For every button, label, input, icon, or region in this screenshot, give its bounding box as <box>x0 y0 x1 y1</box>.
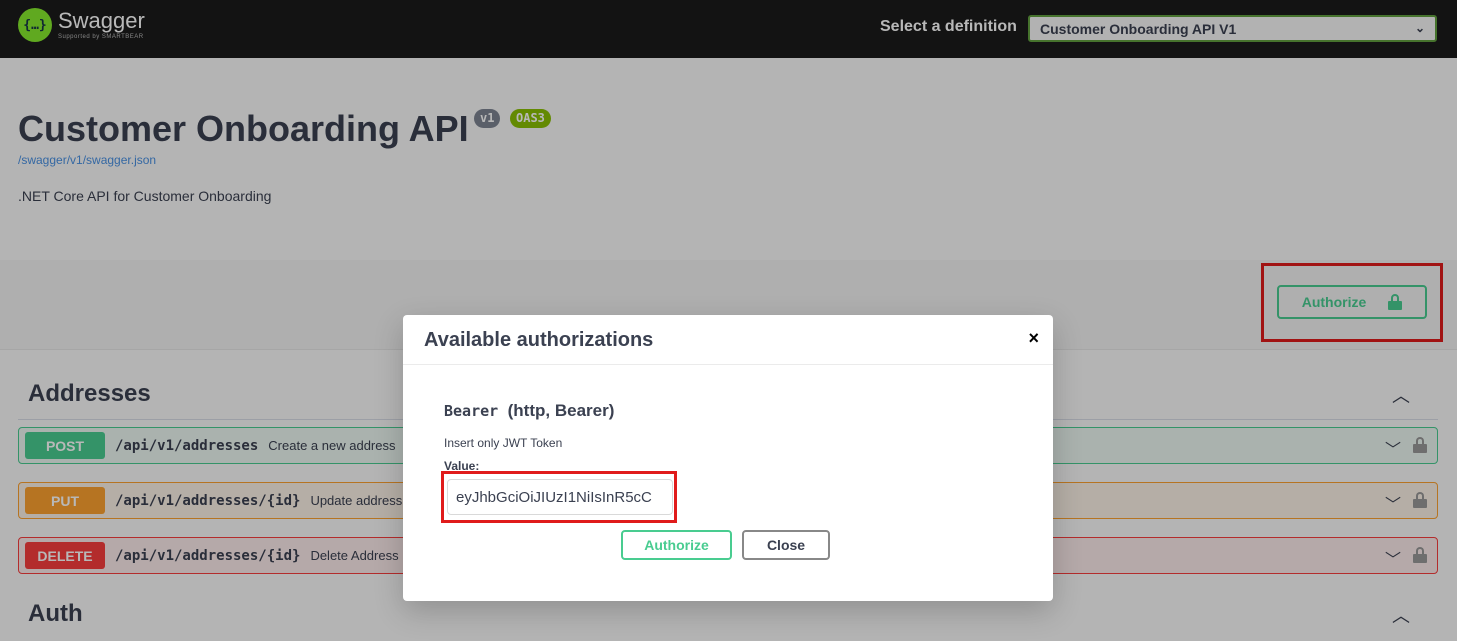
auth-scheme-name: Bearer (http, Bearer) <box>444 401 614 421</box>
scheme-type: (http, Bearer) <box>507 401 615 420</box>
highlight-box-token <box>441 471 677 523</box>
modal-header: Available authorizations × <box>403 315 1053 365</box>
scheme-description: Insert only JWT Token <box>444 436 563 450</box>
close-icon[interactable]: × <box>1028 328 1039 349</box>
scheme-code: Bearer <box>444 402 499 420</box>
modal-title: Available authorizations <box>424 329 654 351</box>
modal-authorize-button[interactable]: Authorize <box>621 530 732 560</box>
authorization-modal: Available authorizations × Bearer (http,… <box>403 315 1053 601</box>
modal-close-button[interactable]: Close <box>742 530 830 560</box>
